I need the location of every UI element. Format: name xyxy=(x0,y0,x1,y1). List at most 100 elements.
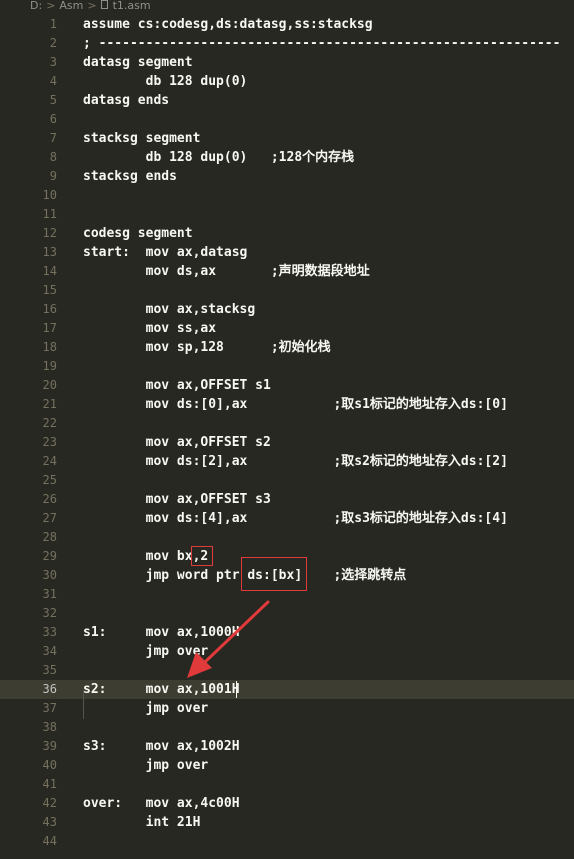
code-line[interactable]: 15 xyxy=(0,281,574,300)
text-cursor xyxy=(236,681,237,698)
code-editor[interactable]: 1 assume cs:codesg,ds:datasg,ss:stacksg 2;… xyxy=(0,12,574,859)
code-text[interactable]: jmp over xyxy=(83,699,209,718)
code-text[interactable]: mov ax,OFFSET s2 xyxy=(83,433,271,452)
code-line[interactable]: 33 s1: mov ax,1000H xyxy=(0,623,574,642)
file-icon xyxy=(100,0,108,9)
code-line[interactable]: 40 jmp over xyxy=(0,756,574,775)
line-number: 5 xyxy=(49,93,57,107)
code-line[interactable]: 34 jmp over xyxy=(0,642,574,661)
line-number: 1 xyxy=(49,17,57,31)
code-text[interactable]: mov ss,ax xyxy=(83,319,216,338)
code-line[interactable]: 6 xyxy=(0,110,574,129)
code-text[interactable]: db 128 dup(0) ;128个内存栈 xyxy=(83,148,355,167)
code-text[interactable]: s2: mov ax,1001H xyxy=(83,680,240,699)
code-text[interactable]: stacksg segment xyxy=(83,129,200,148)
code-line[interactable]: 37 jmp over xyxy=(0,699,574,718)
code-text[interactable]: mov bx,2 xyxy=(83,547,209,566)
code-line[interactable]: 43 int 21H xyxy=(0,813,574,832)
code-text[interactable]: jmp over xyxy=(83,642,209,661)
line-number: 17 xyxy=(42,321,57,335)
code-text[interactable]: mov ax,OFFSET s3 xyxy=(83,490,271,509)
code-line[interactable]: 24 mov ds:[2],ax ;取s2标记的地址存入ds:[2] xyxy=(0,452,574,471)
code-text[interactable]: assume cs:codesg,ds:datasg,ss:stacksg xyxy=(83,15,373,34)
code-text[interactable]: mov ds,ax ;声明数据段地址 xyxy=(83,262,370,281)
code-text[interactable]: over: mov ax,4c00H xyxy=(83,794,240,813)
line-number: 31 xyxy=(42,587,57,601)
code-line[interactable]: 3 datasg segment xyxy=(0,53,574,72)
code-line[interactable]: 7 stacksg segment xyxy=(0,129,574,148)
code-line[interactable]: 13 start: mov ax,datasg xyxy=(0,243,574,262)
code-line[interactable]: 20 mov ax,OFFSET s1 xyxy=(0,376,574,395)
code-line[interactable]: 1 assume cs:codesg,ds:datasg,ss:stacksg xyxy=(0,15,574,34)
code-line[interactable]: 21 mov ds:[0],ax ;取s1标记的地址存入ds:[0] xyxy=(0,395,574,414)
line-number: 39 xyxy=(42,739,57,753)
code-text[interactable]: datasg ends xyxy=(83,91,169,110)
line-number: 32 xyxy=(42,606,57,620)
code-line[interactable]: 36 s2: mov ax,1001H xyxy=(0,680,574,699)
code-text[interactable]: s3: mov ax,1002H xyxy=(83,737,240,756)
code-text[interactable]: ; --------------------------------------… xyxy=(83,34,560,53)
line-number: 2 xyxy=(49,36,57,50)
code-line[interactable]: 8 db 128 dup(0) ;128个内存栈 xyxy=(0,148,574,167)
line-number: 23 xyxy=(42,435,57,449)
line-number: 18 xyxy=(42,340,57,354)
code-text[interactable]: mov sp,128 ;初始化栈 xyxy=(83,338,331,357)
line-number: 6 xyxy=(49,112,57,126)
line-number: 38 xyxy=(42,720,57,734)
code-text[interactable]: datasg segment xyxy=(83,53,193,72)
code-text[interactable]: mov ax,OFFSET s1 xyxy=(83,376,271,395)
highlight-box-immediate xyxy=(191,546,213,566)
line-number: 15 xyxy=(42,283,57,297)
code-line[interactable]: 32 xyxy=(0,604,574,623)
code-line[interactable]: 26 mov ax,OFFSET s3 xyxy=(0,490,574,509)
line-number: 20 xyxy=(42,378,57,392)
code-line[interactable]: 28 xyxy=(0,528,574,547)
chevron-right-icon: > xyxy=(46,0,56,12)
breadcrumb-file[interactable]: t1.asm xyxy=(113,0,151,12)
code-line[interactable]: 19 xyxy=(0,357,574,376)
line-number: 16 xyxy=(42,302,57,316)
code-text[interactable]: start: mov ax,datasg xyxy=(83,243,247,262)
code-text[interactable]: mov ds:[2],ax ;取s2标记的地址存入ds:[2] xyxy=(83,452,508,471)
code-text[interactable]: mov ds:[4],ax ;取s3标记的地址存入ds:[4] xyxy=(83,509,508,528)
line-number: 3 xyxy=(49,55,57,69)
code-text[interactable]: stacksg ends xyxy=(83,167,177,186)
code-line[interactable]: 12 codesg segment xyxy=(0,224,574,243)
code-line[interactable]: 16 mov ax,stacksg xyxy=(0,300,574,319)
line-number: 34 xyxy=(42,644,57,658)
code-line[interactable]: 27 mov ds:[4],ax ;取s3标记的地址存入ds:[4] xyxy=(0,509,574,528)
code-text[interactable]: int 21H xyxy=(83,813,201,832)
code-line[interactable]: 2 ; -------------------------------------… xyxy=(0,34,574,53)
code-line[interactable]: 39 s3: mov ax,1002H xyxy=(0,737,574,756)
line-number: 27 xyxy=(42,511,57,525)
line-number: 10 xyxy=(42,188,57,202)
breadcrumb-folder[interactable]: Asm xyxy=(59,0,83,12)
code-line[interactable]: 5 datasg ends xyxy=(0,91,574,110)
code-line[interactable]: 25 xyxy=(0,471,574,490)
line-number: 19 xyxy=(42,359,57,373)
code-line[interactable]: 17 mov ss,ax xyxy=(0,319,574,338)
code-text[interactable]: jmp over xyxy=(83,756,209,775)
code-line[interactable]: 22 xyxy=(0,414,574,433)
code-line[interactable]: 14 mov ds,ax ;声明数据段地址 xyxy=(0,262,574,281)
code-text[interactable]: s1: mov ax,1000H xyxy=(83,623,240,642)
code-line[interactable]: 4 db 128 dup(0) xyxy=(0,72,574,91)
code-line[interactable]: 11 xyxy=(0,205,574,224)
code-line[interactable]: 44 xyxy=(0,832,574,851)
code-line[interactable]: 38 xyxy=(0,718,574,737)
code-text[interactable]: db 128 dup(0) xyxy=(83,72,248,91)
code-text[interactable]: mov ax,stacksg xyxy=(83,300,256,319)
line-number: 40 xyxy=(42,758,57,772)
line-number: 36 xyxy=(42,682,57,696)
breadcrumb-drive[interactable]: D: xyxy=(30,0,42,12)
code-text[interactable]: mov ds:[0],ax ;取s1标记的地址存入ds:[0] xyxy=(83,395,508,414)
code-line[interactable]: 42 over: mov ax,4c00H xyxy=(0,794,574,813)
code-line[interactable]: 41 xyxy=(0,775,574,794)
code-line[interactable]: 23 mov ax,OFFSET s2 xyxy=(0,433,574,452)
line-number: 29 xyxy=(42,549,57,563)
code-line[interactable]: 35 xyxy=(0,661,574,680)
code-line[interactable]: 18 mov sp,128 ;初始化栈 xyxy=(0,338,574,357)
code-line[interactable]: 9 stacksg ends xyxy=(0,167,574,186)
code-line[interactable]: 10 xyxy=(0,186,574,205)
code-text[interactable]: codesg segment xyxy=(83,224,193,243)
